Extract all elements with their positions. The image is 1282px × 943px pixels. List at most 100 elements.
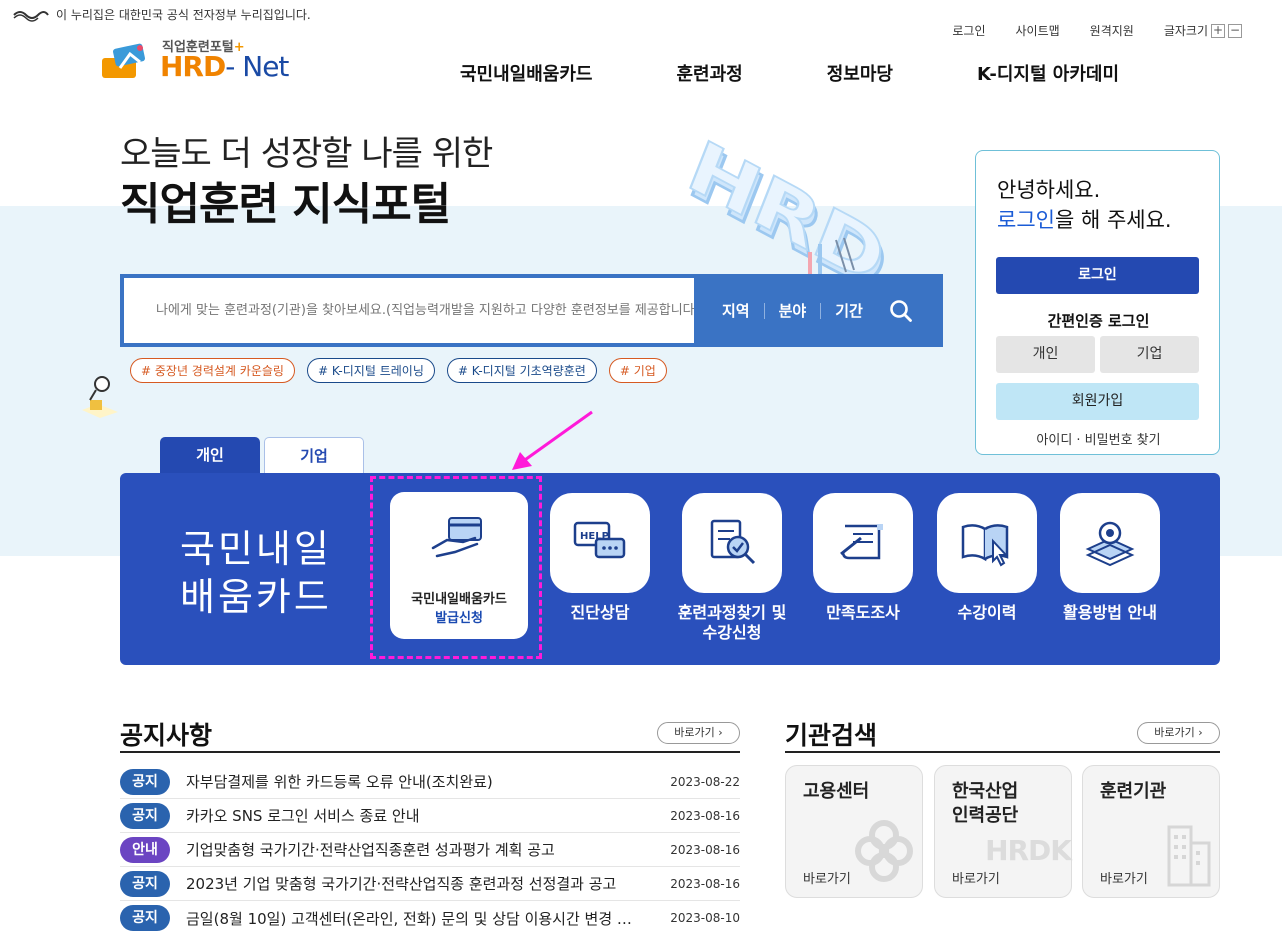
service-course-search-label: 훈련과정찾기 및 수강신청 bbox=[677, 603, 787, 642]
org-divider bbox=[785, 751, 1220, 753]
service-consult-label: 진단상담 bbox=[570, 603, 630, 622]
notice-date: 2023-08-16 bbox=[670, 808, 740, 823]
notice-title-text[interactable]: 기업맞춤형 국가기간·전략산업직종훈련 성과평가 계획 공고 bbox=[186, 839, 660, 860]
tab-company[interactable]: 기업 bbox=[264, 437, 364, 473]
notice-date: 2023-08-22 bbox=[670, 774, 740, 789]
naeil-card-panel: 국민내일 배움카드 국민내일배움카드 발급신청 HELP 진단상담 훈련과정찾기… bbox=[120, 473, 1220, 665]
gov-banner-text: 이 누리집은 대한민국 공식 전자정부 누리집입니다. bbox=[56, 8, 311, 22]
survey-pen-icon bbox=[840, 524, 883, 560]
notice-row[interactable]: 공지 금일(8월 10일) 고객센터(온라인, 전화) 문의 및 상담 이용시간… bbox=[120, 901, 740, 935]
tag-company[interactable]: # 기업 bbox=[608, 358, 667, 383]
filter-region[interactable]: 지역 bbox=[718, 302, 765, 319]
login-button[interactable]: 로그인 bbox=[996, 257, 1199, 294]
filter-field[interactable]: 분야 bbox=[765, 302, 822, 319]
tag-k-digital-basic[interactable]: # K-디지털 기초역량훈련 bbox=[446, 358, 597, 383]
nav-training[interactable]: 훈련과정 bbox=[676, 60, 742, 86]
notice-title-text[interactable]: 금일(8월 10일) 고객센터(온라인, 전화) 문의 및 상담 이용시간 변경… bbox=[186, 908, 660, 929]
search-filters: 지역 분야 기간 bbox=[694, 278, 913, 343]
org-name: 훈련기관 bbox=[1100, 781, 1167, 802]
flower-symbol-icon bbox=[855, 820, 913, 882]
hrdk-watermark: HRDK bbox=[985, 834, 1072, 867]
filter-period[interactable]: 기간 bbox=[821, 303, 877, 319]
org-search-title: 기관검색 bbox=[785, 721, 878, 750]
notice-date: 2023-08-16 bbox=[670, 842, 740, 857]
font-minus-button[interactable]: − bbox=[1228, 23, 1242, 38]
gov-banner: 이 누리집은 대한민국 공식 전자정부 누리집입니다. bbox=[12, 6, 311, 23]
hrd-3d-illustration: HRD HRD bbox=[676, 123, 900, 282]
login-greeting: 안녕하세요. bbox=[997, 178, 1101, 202]
search-input[interactable] bbox=[124, 278, 694, 343]
keyword-tags: # 중장년 경력설계 카운슬링 # K-디지털 트레이닝 # K-디지털 기초역… bbox=[130, 358, 667, 383]
util-login-link[interactable]: 로그인 bbox=[952, 22, 985, 39]
service-guide[interactable]: 활용방법 안내 bbox=[1060, 493, 1160, 623]
hero-title: 직업훈련 지식포털 bbox=[120, 179, 451, 230]
util-sitemap-link[interactable]: 사이트맵 bbox=[1015, 22, 1059, 39]
notice-badge: 공지 bbox=[120, 905, 170, 931]
login-prompt: 로그인을 해 주세요. bbox=[997, 208, 1172, 232]
notice-badge: 공지 bbox=[120, 768, 170, 795]
login-prompt-link[interactable]: 로그인 bbox=[997, 208, 1055, 232]
font-plus-button[interactable]: + bbox=[1211, 23, 1225, 38]
notice-list: 공지 자부담결제를 위한 카드등록 오류 안내(조치완료) 2023-08-22… bbox=[120, 765, 740, 935]
org-name: 고용센터 bbox=[803, 781, 870, 802]
nav-k-digital[interactable]: K-디지털 아카데미 bbox=[977, 60, 1119, 86]
org-name: 한국산업 인력공단 bbox=[952, 781, 1019, 826]
site-logo[interactable]: 직업훈련포털+ HRD- Net bbox=[100, 34, 300, 84]
service-survey[interactable]: 만족도조사 bbox=[813, 493, 913, 623]
join-button[interactable]: 회원가입 bbox=[996, 383, 1199, 420]
logo-mark-icon bbox=[102, 43, 145, 78]
org-go-link[interactable]: 바로가기 bbox=[952, 868, 1000, 887]
service-history[interactable]: 수강이력 bbox=[937, 493, 1037, 623]
notice-title-text[interactable]: 2023년 기업 맞춤형 국가기간·전략산업직종 훈련과정 선정결과 공고 bbox=[186, 873, 660, 894]
service-course-search[interactable]: 훈련과정찾기 및 수강신청 bbox=[652, 493, 812, 643]
personal-login-button[interactable]: 개인 bbox=[996, 336, 1095, 373]
notice-row[interactable]: 공지 자부담결제를 위한 카드등록 오류 안내(조치완료) 2023-08-22 bbox=[120, 765, 740, 799]
notice-badge: 공지 bbox=[120, 802, 170, 829]
panel-title: 국민내일 배움카드 bbox=[180, 527, 332, 619]
notice-date: 2023-08-10 bbox=[670, 911, 740, 925]
notice-badge: 안내 bbox=[120, 836, 170, 863]
notice-row[interactable]: 공지 카카오 SNS 로그인 서비스 종료 안내 2023-08-16 bbox=[120, 799, 740, 833]
org-go-link[interactable]: 바로가기 bbox=[1100, 868, 1148, 887]
notice-title-text[interactable]: 자부담결제를 위한 카드등록 오류 안내(조치완료) bbox=[186, 771, 660, 792]
nav-info[interactable]: 정보마당 bbox=[827, 60, 893, 86]
org-more-button[interactable]: 바로가기 › bbox=[1137, 722, 1220, 744]
font-size-control: 글자크기 + − bbox=[1164, 22, 1242, 39]
pointer-arrow-icon bbox=[512, 410, 593, 470]
service-consult[interactable]: HELP 진단상담 bbox=[550, 493, 650, 623]
font-size-label: 글자크기 bbox=[1163, 24, 1208, 38]
gear-stack-icon bbox=[1085, 521, 1135, 567]
notice-divider bbox=[120, 751, 740, 753]
find-id-password-link[interactable]: 아이디 · 비밀번호 찾기 bbox=[976, 429, 1221, 448]
org-card-employment-center[interactable]: 고용센터 바로가기 bbox=[785, 765, 923, 898]
service-guide-label: 활용방법 안내 bbox=[1063, 603, 1157, 622]
logo-main-text: HRD- Net bbox=[160, 50, 289, 83]
tag-k-digital-training[interactable]: # K-디지털 트레이닝 bbox=[306, 358, 435, 383]
notice-title: 공지사항 bbox=[120, 721, 213, 750]
notice-date: 2023-08-16 bbox=[670, 876, 740, 891]
notice-row[interactable]: 공지 2023년 기업 맞춤형 국가기간·전략산업직종 훈련과정 선정결과 공고… bbox=[120, 867, 740, 901]
org-card-hrdk[interactable]: 한국산업 인력공단 HRDK 바로가기 bbox=[934, 765, 1072, 898]
help-chat-icon: HELP bbox=[573, 521, 626, 559]
org-card-training-institution[interactable]: 훈련기관 바로가기 bbox=[1082, 765, 1220, 898]
org-go-link[interactable]: 바로가기 bbox=[803, 868, 851, 887]
util-remote-link[interactable]: 원격지원 bbox=[1090, 22, 1134, 39]
company-login-button[interactable]: 기업 bbox=[1100, 336, 1199, 373]
tab-personal[interactable]: 개인 bbox=[160, 437, 260, 473]
notice-title-text[interactable]: 카카오 SNS 로그인 서비스 종료 안내 bbox=[186, 805, 660, 826]
notice-row[interactable]: 안내 기업맞춤형 국가기간·전략산업직종훈련 성과평가 계획 공고 2023-0… bbox=[120, 833, 740, 867]
user-type-tabs: 개인 기업 bbox=[160, 437, 364, 473]
service-survey-label: 만족도조사 bbox=[826, 603, 900, 622]
tag-midcareer[interactable]: # 중장년 경력설계 카운슬링 bbox=[130, 358, 295, 383]
notice-badge: 공지 bbox=[120, 870, 170, 897]
search-bar: 지역 분야 기간 bbox=[120, 274, 943, 347]
notice-more-button[interactable]: 바로가기 › bbox=[657, 722, 740, 744]
nav-naeil-card[interactable]: 국민내일배움카드 bbox=[460, 60, 592, 86]
highlight-dashed-box bbox=[370, 476, 542, 659]
search-icon[interactable] bbox=[889, 299, 913, 323]
building-icon bbox=[1167, 825, 1211, 887]
egov-logo-icon bbox=[13, 10, 49, 22]
megaphone-illustration-icon bbox=[82, 376, 118, 418]
main-nav: 국민내일배움카드 훈련과정 정보마당 K-디지털 아카데미 bbox=[460, 60, 1119, 86]
document-search-icon bbox=[710, 519, 756, 565]
